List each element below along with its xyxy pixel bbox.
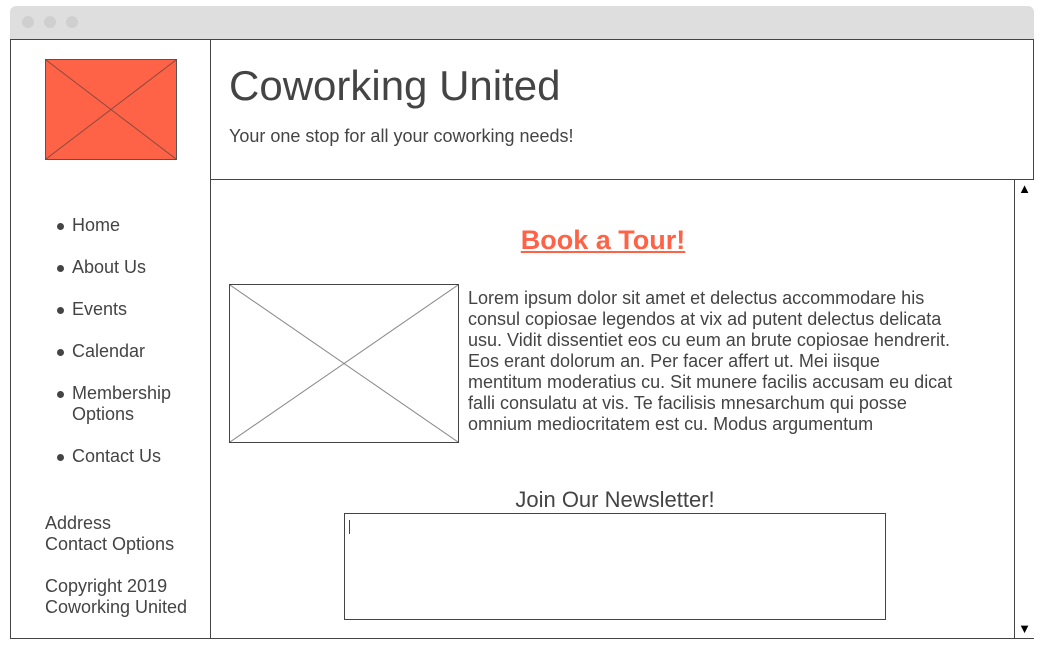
intro-paragraph: Lorem ipsum dolor sit amet et delectus a… — [468, 288, 953, 434]
image-placeholder-icon — [46, 60, 176, 159]
nav-item-contact-us[interactable]: Contact Us — [56, 446, 206, 467]
sidebar-footer: Address Contact Options Copyright 2019 C… — [45, 513, 205, 618]
scroll-down-arrow-icon[interactable]: ▼ — [1015, 620, 1034, 638]
nav-item-label[interactable]: Calendar — [72, 341, 145, 361]
window-titlebar — [10, 6, 1034, 39]
page-tagline: Your one stop for all your coworking nee… — [229, 126, 574, 146]
image-placeholder-icon — [230, 285, 458, 442]
bullet-icon — [57, 223, 64, 230]
nav-item-membership-options[interactable]: Membership Options — [56, 383, 206, 425]
logo-placeholder[interactable] — [45, 59, 177, 160]
text-caret — [349, 520, 350, 534]
nav-item-label[interactable]: About Us — [72, 257, 146, 277]
newsletter-heading: Join Our Newsletter! — [515, 487, 715, 512]
bullet-icon — [57, 454, 64, 461]
page-header: Coworking United Your one stop for all y… — [211, 40, 1033, 180]
nav-item-label[interactable]: Home — [72, 215, 120, 235]
window-minimize-dot[interactable] — [44, 16, 56, 28]
bullet-icon — [57, 307, 64, 314]
book-tour-heading: Book a Tour! — [211, 224, 995, 256]
book-tour-link[interactable]: Book a Tour! — [521, 225, 686, 255]
nav-item-label[interactable]: Events — [72, 299, 127, 319]
bullet-icon — [57, 265, 64, 272]
newsletter-input[interactable] — [344, 513, 886, 620]
scroll-up-arrow-icon[interactable]: ▲ — [1015, 180, 1034, 198]
sidebar: Home About Us Events Calendar Membership… — [11, 40, 211, 638]
page-title: Coworking United — [229, 62, 561, 109]
contact-options-text: Contact Options — [45, 534, 175, 554]
copyright-text: Copyright 2019 Coworking United — [45, 576, 188, 617]
main-content: Book a Tour! Lorem ipsum dolor sit amet … — [211, 180, 1014, 638]
bullet-icon — [57, 349, 64, 356]
nav-item-label[interactable]: Contact Us — [72, 446, 161, 466]
nav-item-home[interactable]: Home — [56, 215, 206, 236]
bullet-icon — [57, 391, 64, 398]
window-close-dot[interactable] — [22, 16, 34, 28]
nav-item-label[interactable]: Membership Options — [72, 383, 171, 424]
content-image-placeholder — [229, 284, 459, 443]
vertical-scrollbar[interactable]: ▲ ▼ — [1014, 180, 1034, 638]
main-nav: Home About Us Events Calendar Membership… — [56, 215, 206, 488]
nav-item-events[interactable]: Events — [56, 299, 206, 320]
page-frame: Home About Us Events Calendar Membership… — [10, 39, 1034, 639]
window-maximize-dot[interactable] — [66, 16, 78, 28]
nav-item-calendar[interactable]: Calendar — [56, 341, 206, 362]
browser-window: Home About Us Events Calendar Membership… — [10, 6, 1034, 639]
address-text: Address — [45, 513, 112, 533]
nav-item-about-us[interactable]: About Us — [56, 257, 206, 278]
